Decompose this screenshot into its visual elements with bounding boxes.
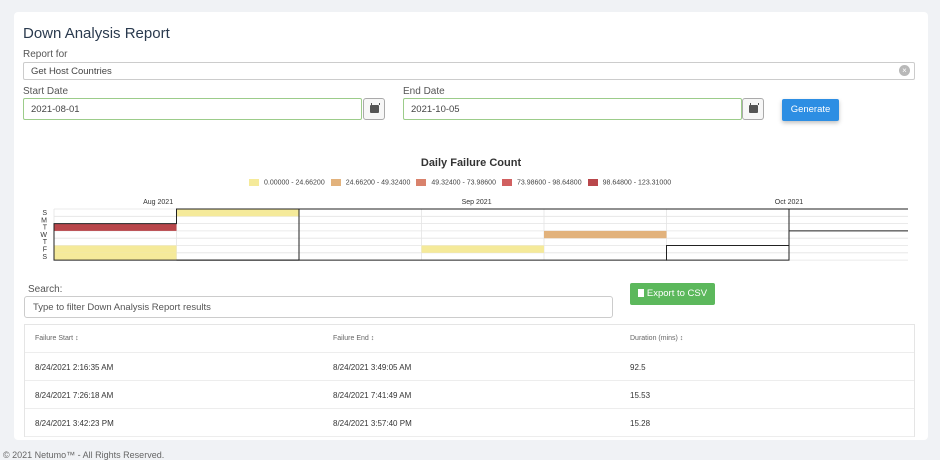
weekday-label: W	[40, 232, 47, 239]
table-header: Failure Start ↕ Failure End ↕ Duration (…	[25, 325, 914, 353]
heatmap-cell	[54, 223, 177, 231]
chart-legend: 0.00000 - 24.66200 24.66200 - 49.32400 49.…	[249, 179, 677, 186]
cell-failure-start: 8/24/2021 2:16:35 AM	[35, 363, 114, 372]
report-for-select[interactable]: Get Host Countries	[23, 62, 915, 80]
results-table: Failure Start ↕ Failure End ↕ Duration (…	[24, 324, 915, 437]
cell-duration: 15.53	[630, 391, 651, 400]
report-for-label: Report for	[23, 49, 68, 60]
legend-item: 98.64800 - 123.31000	[587, 179, 672, 187]
legend-swatch	[587, 179, 598, 186]
search-input[interactable]: Type to filter Down Analysis Report resu…	[24, 296, 613, 318]
end-date-input[interactable]: 2021-10-05	[403, 98, 742, 120]
end-date-label: End Date	[403, 86, 445, 97]
legend-item: 49.32400 - 73.98600	[416, 179, 496, 186]
heatmap-cell	[421, 245, 544, 253]
cell-failure-end: 8/24/2021 7:41:49 AM	[333, 391, 412, 400]
cell-failure-start: 8/24/2021 7:26:18 AM	[35, 391, 114, 400]
report-card: Down Analysis Report Report for Get Host…	[14, 12, 928, 440]
cell-duration: 15.28	[630, 419, 651, 428]
weekday-label: S	[42, 210, 47, 217]
legend-label: 0.00000 - 24.66200	[264, 179, 325, 187]
legend-swatch	[501, 179, 512, 186]
export-csv-label: Export to CSV	[646, 288, 708, 299]
legend-label: 73.98600 - 98.64800	[516, 179, 582, 187]
legend-swatch	[330, 179, 341, 186]
header-failure-start[interactable]: Failure Start ↕	[35, 335, 79, 342]
month-label: Oct 2021	[775, 199, 804, 206]
times-circle-icon[interactable]: ×	[899, 65, 910, 76]
legend-item: 24.66200 - 49.32400	[330, 179, 411, 187]
month-label: Aug 2021	[143, 199, 173, 206]
cell-failure-start: 8/24/2021 3:42:23 PM	[35, 419, 114, 428]
table-row: 8/24/2021 7:26:18 AM 8/24/2021 7:41:49 A…	[25, 381, 914, 409]
legend-label: 24.66200 - 49.32400	[345, 179, 411, 187]
legend-swatch	[249, 179, 259, 186]
heatmap-cell	[54, 245, 177, 253]
search-label: Search:	[28, 284, 63, 295]
start-date-label: Start Date	[23, 86, 69, 97]
start-date-input[interactable]: 2021-08-01	[23, 98, 362, 120]
chart-title: Daily Failure Count	[420, 157, 522, 169]
generate-button[interactable]: Generate	[782, 99, 839, 121]
heatmap-cell	[176, 209, 299, 217]
weekday-label: T	[43, 225, 48, 232]
legend-label: 49.32400 - 73.98600	[431, 179, 496, 187]
heatmap-cell	[544, 230, 667, 239]
legend-item: 0.00000 - 24.66200	[249, 179, 325, 186]
cell-duration: 92.5	[630, 363, 646, 372]
footer-copyright: © 2021 Netumo™ - All Rights Reserved.	[3, 450, 165, 460]
legend-label: 98.64800 - 123.31000	[602, 179, 672, 187]
start-date-calendar-icon[interactable]	[363, 98, 385, 120]
export-csv-button[interactable]: Export to CSV	[630, 283, 715, 305]
file-icon	[637, 289, 644, 297]
weekday-label: M	[41, 217, 47, 224]
header-duration[interactable]: Duration (mins) ↕	[630, 335, 683, 342]
weekday-label: S	[42, 254, 47, 261]
weekday-label: T	[43, 239, 48, 246]
header-failure-end[interactable]: Failure End ↕	[333, 335, 374, 342]
heatmap-cell	[54, 252, 177, 261]
table-row: 8/24/2021 3:42:23 PM 8/24/2021 3:57:40 P…	[25, 409, 914, 437]
page-title: Down Analysis Report	[23, 25, 170, 42]
legend-item: 73.98600 - 98.64800	[501, 179, 582, 187]
cell-failure-end: 8/24/2021 3:57:40 PM	[333, 419, 412, 428]
weekday-label: F	[43, 247, 47, 254]
cell-failure-end: 8/24/2021 3:49:05 AM	[333, 363, 412, 372]
failure-heatmap: SMTWTFSAug 2021 Sep 2021 Oct 2021	[40, 199, 908, 261]
legend-swatch	[416, 179, 427, 186]
end-date-calendar-icon[interactable]	[742, 98, 764, 120]
table-row: 8/24/2021 2:16:35 AM 8/24/2021 3:49:05 A…	[25, 353, 914, 381]
month-label: Sep 2021	[462, 199, 492, 206]
